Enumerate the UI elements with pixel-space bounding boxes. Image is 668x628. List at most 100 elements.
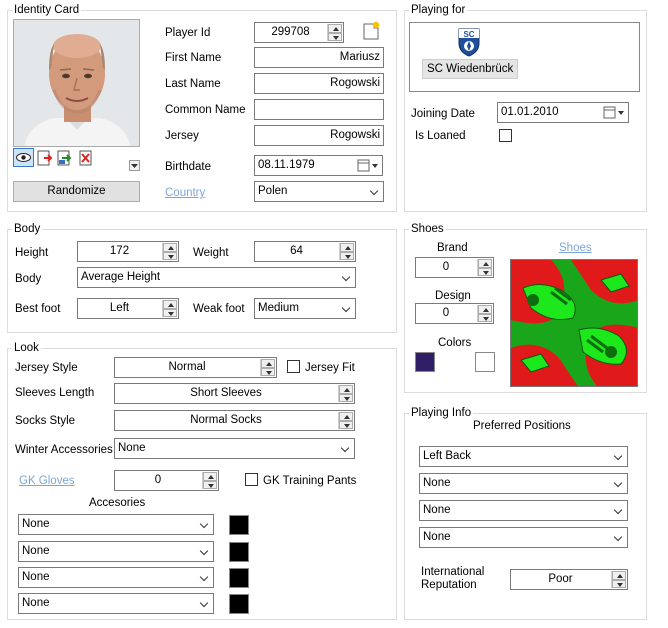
accessory-1-color-swatch[interactable] [229,515,249,535]
spin-down-icon[interactable] [203,480,217,489]
spin-down-icon[interactable] [261,367,275,376]
club-panel[interactable]: SC SC Wiedenbrück [409,22,640,92]
position-3-dropdown[interactable]: None [419,500,628,521]
spin-down-icon[interactable] [612,579,626,588]
socks-style-stepper[interactable]: Normal Socks [114,410,355,431]
accessory-3-color-swatch[interactable] [229,568,249,588]
position-4-dropdown[interactable]: None [419,527,628,548]
weight-value: 64 [290,245,303,257]
international-reputation-stepper[interactable]: Poor [510,569,628,590]
spin-up-icon[interactable] [340,243,354,252]
shoes-link[interactable]: Shoes [559,241,592,255]
is-loaned-checkbox[interactable] [499,129,512,142]
calendar-icon[interactable] [357,159,379,172]
accessory-3-dropdown[interactable]: None [18,567,214,588]
country-dropdown[interactable]: Polen [254,181,384,202]
birthdate-picker[interactable]: 08.11.1979 [254,155,383,176]
weak-foot-dropdown[interactable]: Medium [254,298,356,319]
club-name[interactable]: SC Wiedenbrück [422,59,519,79]
jersey-style-value: Normal [168,361,206,373]
position-2-dropdown[interactable]: None [419,473,628,494]
export-photo-button[interactable] [56,149,74,167]
shoe-color-1-swatch[interactable] [415,352,435,372]
international-reputation-label: International Reputation [421,566,485,591]
spin-down-icon[interactable] [340,251,354,260]
body-title: Body [12,222,43,236]
export-icon [57,150,72,166]
identity-card-title: Identity Card [12,3,82,17]
common-name-field[interactable] [254,99,384,120]
preferred-positions-label: Preferred Positions [473,420,571,432]
calendar-icon[interactable] [603,106,625,119]
spin-up-icon[interactable] [328,24,342,33]
spin-up-icon[interactable] [203,472,217,481]
gk-gloves-stepper[interactable]: 0 [114,470,219,491]
spin-up-icon[interactable] [261,359,275,368]
shoes-title: Shoes [409,222,446,236]
weight-stepper[interactable]: 64 [254,241,356,262]
spin-up-icon[interactable] [163,300,177,309]
jersey-style-stepper[interactable]: Normal [114,357,277,378]
best-foot-label: Best foot [15,303,61,315]
shoe-design-stepper[interactable]: 0 [415,303,494,324]
spin-up-icon[interactable] [339,385,353,394]
spin-up-icon[interactable] [163,243,177,252]
birthdate-label: Birthdate [165,161,212,173]
winter-accessories-dropdown[interactable]: None [114,438,355,459]
country-link[interactable]: Country [165,186,205,200]
jersey-style-label: Jersey Style [15,362,78,374]
spin-down-icon[interactable] [339,420,353,429]
last-name-field[interactable]: Rogowski [254,73,384,94]
player-id-value: 299708 [271,26,310,38]
last-name-label: Last Name [165,78,221,90]
best-foot-value: Left [109,302,130,314]
height-stepper[interactable]: 172 [77,241,179,262]
delete-icon [79,150,92,166]
body-type-label: Body [15,273,42,285]
player-id-stepper[interactable]: 299708 [254,22,344,43]
accessory-2-color-swatch[interactable] [229,542,249,562]
socks-style-label: Socks Style [15,415,76,427]
spin-down-icon[interactable] [328,32,342,41]
randomize-button[interactable]: Randomize [13,181,140,202]
spin-up-icon[interactable] [339,412,353,421]
best-foot-stepper[interactable]: Left [77,298,179,319]
new-id-button[interactable] [361,21,381,41]
accessory-2-dropdown[interactable]: None [18,541,214,562]
joining-date-picker[interactable]: 01.01.2010 [497,102,629,123]
shoe-brand-stepper[interactable]: 0 [415,257,494,278]
common-name-label: Common Name [165,104,246,116]
accessory-1-dropdown[interactable]: None [18,514,214,535]
shoe-design-label: Design [435,290,471,302]
sleeves-length-stepper[interactable]: Short Sleeves [114,383,355,404]
club-logo: SC [457,27,481,57]
spin-down-icon[interactable] [163,251,177,260]
spin-up-icon[interactable] [478,259,492,268]
spin-down-icon[interactable] [478,313,492,322]
spin-up-icon[interactable] [478,305,492,314]
playing-info-title: Playing Info [409,406,474,420]
spin-down-icon[interactable] [339,393,353,402]
gk-gloves-link[interactable]: GK Gloves [19,474,75,488]
first-name-field[interactable]: Mariusz [254,47,384,68]
shoe-color-2-swatch[interactable] [475,352,495,372]
delete-photo-button[interactable] [77,149,95,167]
import-photo-button[interactable] [36,149,54,167]
position-1-dropdown[interactable]: Left Back [419,446,628,467]
jersey-name-field[interactable]: Rogowski [254,125,384,146]
accessories-label: Accesories [89,497,146,509]
gk-training-pants-checkbox[interactable] [245,473,258,486]
accessory-4-color-swatch[interactable] [229,594,249,614]
spin-down-icon[interactable] [478,267,492,276]
accessory-4-dropdown[interactable]: None [18,593,214,614]
spin-up-icon[interactable] [612,571,626,580]
jersey-fit-checkbox[interactable] [287,360,300,373]
socks-style-value: Normal Socks [190,414,262,426]
spin-down-icon[interactable] [163,308,177,317]
playing-for-title: Playing for [409,3,468,17]
international-reputation-value: Poor [548,573,573,585]
jersey-name-label: Jersey [165,130,199,142]
body-type-dropdown[interactable]: Average Height [77,267,356,288]
view-photo-button[interactable] [13,148,34,167]
photo-menu-button[interactable] [129,160,140,171]
